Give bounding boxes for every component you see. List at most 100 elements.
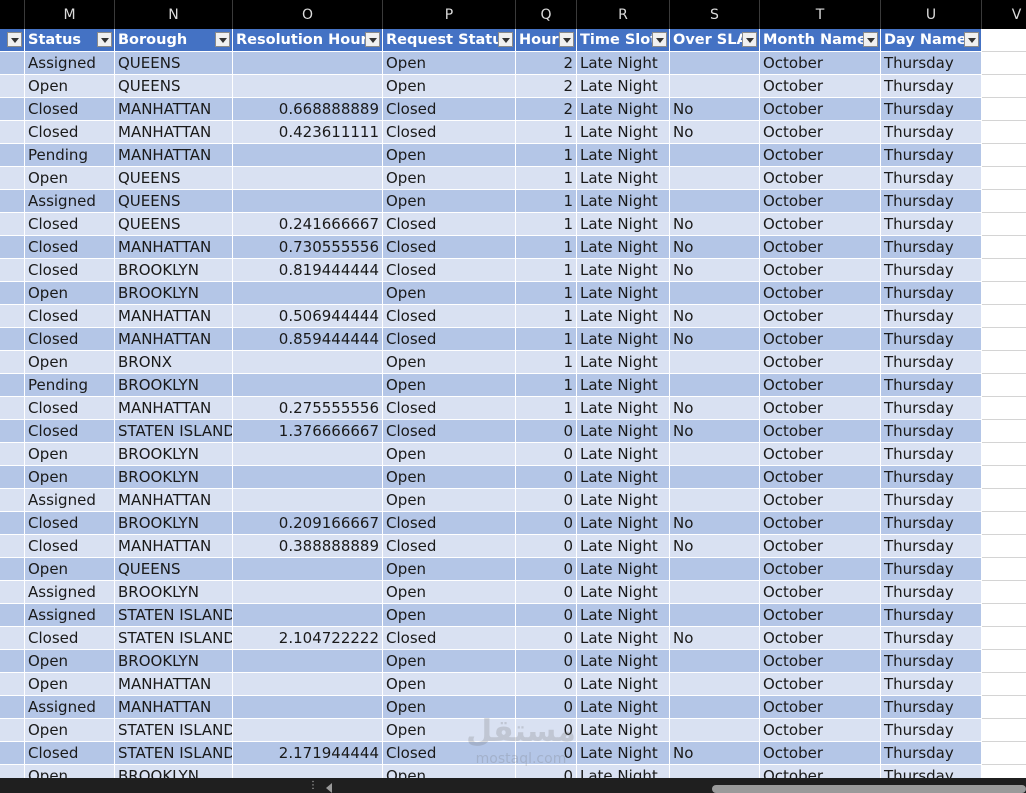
cell-over-sla[interactable]: No [670,305,760,328]
cell-resolution-hours[interactable] [233,374,383,397]
cell-l[interactable] [0,535,25,558]
cell-time-slot[interactable]: Late Night [577,75,670,98]
column-letter-q[interactable]: Q [516,0,577,29]
column-letter-o[interactable]: O [233,0,383,29]
cell-day-name[interactable]: Thursday [881,466,982,489]
cell-day-name[interactable]: Thursday [881,512,982,535]
cell-l[interactable] [0,167,25,190]
cell-request-status[interactable]: Open [383,489,516,512]
cell-time-slot[interactable]: Late Night [577,558,670,581]
cell-over-sla[interactable] [670,443,760,466]
cell-l[interactable] [0,328,25,351]
sheet-tab-splitter-icon[interactable]: ⋮ [308,781,318,791]
cell-time-slot[interactable]: Late Night [577,374,670,397]
cell-borough[interactable]: MANHATTAN [115,535,233,558]
cell-borough[interactable]: MANHATTAN [115,144,233,167]
cell-l[interactable] [0,696,25,719]
cell-status[interactable]: Open [25,673,115,696]
cell-hour[interactable]: 0 [516,650,577,673]
cell-hour[interactable]: 1 [516,397,577,420]
cell-borough[interactable]: QUEENS [115,52,233,75]
cell-over-sla[interactable]: No [670,259,760,282]
cell-borough[interactable]: MANHATTAN [115,305,233,328]
cell-resolution-hours[interactable]: 0.423611111 [233,121,383,144]
cell-l[interactable] [0,627,25,650]
cell-hour[interactable]: 1 [516,305,577,328]
header-over-sla[interactable]: Over SLA [670,29,760,52]
cell-hour[interactable]: 0 [516,581,577,604]
cell-resolution-hours[interactable] [233,765,383,778]
cell-request-status[interactable]: Open [383,167,516,190]
cell-borough[interactable]: MANHATTAN [115,328,233,351]
header-hour[interactable]: Hour [516,29,577,52]
cell-over-sla[interactable]: No [670,121,760,144]
cell-request-status[interactable]: Closed [383,259,516,282]
cell-day-name[interactable]: Thursday [881,765,982,778]
cell-over-sla[interactable] [670,765,760,778]
cell-status[interactable]: Open [25,351,115,374]
cell-hour[interactable]: 1 [516,190,577,213]
cell-day-name[interactable]: Thursday [881,259,982,282]
cell-day-name[interactable]: Thursday [881,443,982,466]
cell-month-name[interactable]: October [760,236,881,259]
cell-day-name[interactable]: Thursday [881,75,982,98]
cell-day-name[interactable]: Thursday [881,351,982,374]
cell-request-status[interactable]: Closed [383,236,516,259]
cell-over-sla[interactable] [670,696,760,719]
cell-request-status[interactable]: Closed [383,213,516,236]
filter-dropdown-icon[interactable] [652,32,667,47]
cell-request-status[interactable]: Closed [383,512,516,535]
cell-time-slot[interactable]: Late Night [577,351,670,374]
cell-l[interactable] [0,351,25,374]
cell-hour[interactable]: 2 [516,75,577,98]
cell-status[interactable]: Closed [25,328,115,351]
cell-month-name[interactable]: October [760,98,881,121]
cell-time-slot[interactable]: Late Night [577,167,670,190]
cell-borough[interactable]: BROOKLYN [115,765,233,778]
cell-resolution-hours[interactable]: 2.171944444 [233,742,383,765]
cell-status[interactable]: Open [25,650,115,673]
cell-l[interactable] [0,558,25,581]
cell-hour[interactable]: 1 [516,213,577,236]
cell-over-sla[interactable] [670,52,760,75]
cell-status[interactable]: Open [25,466,115,489]
cell-over-sla[interactable] [670,466,760,489]
cell-l[interactable] [0,719,25,742]
cell-l[interactable] [0,650,25,673]
cell-hour[interactable]: 1 [516,259,577,282]
cell-over-sla[interactable]: No [670,420,760,443]
cell-l[interactable] [0,765,25,778]
cell-status[interactable]: Assigned [25,604,115,627]
cell-request-status[interactable]: Closed [383,535,516,558]
cell-borough[interactable]: MANHATTAN [115,121,233,144]
cell-request-status[interactable]: Closed [383,121,516,144]
cell-day-name[interactable]: Thursday [881,374,982,397]
cell-time-slot[interactable]: Late Night [577,742,670,765]
cell-month-name[interactable]: October [760,328,881,351]
cell-hour[interactable]: 0 [516,673,577,696]
cell-time-slot[interactable]: Late Night [577,121,670,144]
cell-l[interactable] [0,489,25,512]
cell-day-name[interactable]: Thursday [881,305,982,328]
cell-l[interactable] [0,190,25,213]
cell-month-name[interactable]: October [760,742,881,765]
filter-dropdown-icon[interactable] [215,32,230,47]
cell-resolution-hours[interactable] [233,489,383,512]
cell-status[interactable]: Closed [25,627,115,650]
cell-hour[interactable]: 0 [516,627,577,650]
cell-month-name[interactable]: October [760,282,881,305]
cell-l[interactable] [0,512,25,535]
cell-borough[interactable]: MANHATTAN [115,489,233,512]
cell-over-sla[interactable] [670,374,760,397]
cell-resolution-hours[interactable]: 0.209166667 [233,512,383,535]
cell-time-slot[interactable]: Late Night [577,98,670,121]
cell-over-sla[interactable]: No [670,328,760,351]
cell-over-sla[interactable] [670,167,760,190]
header-month-name[interactable]: Month Name [760,29,881,52]
cell-day-name[interactable]: Thursday [881,719,982,742]
cell-borough[interactable]: QUEENS [115,213,233,236]
cell-resolution-hours[interactable] [233,144,383,167]
cell-status[interactable]: Pending [25,374,115,397]
cell-resolution-hours[interactable] [233,558,383,581]
cell-hour[interactable]: 1 [516,374,577,397]
